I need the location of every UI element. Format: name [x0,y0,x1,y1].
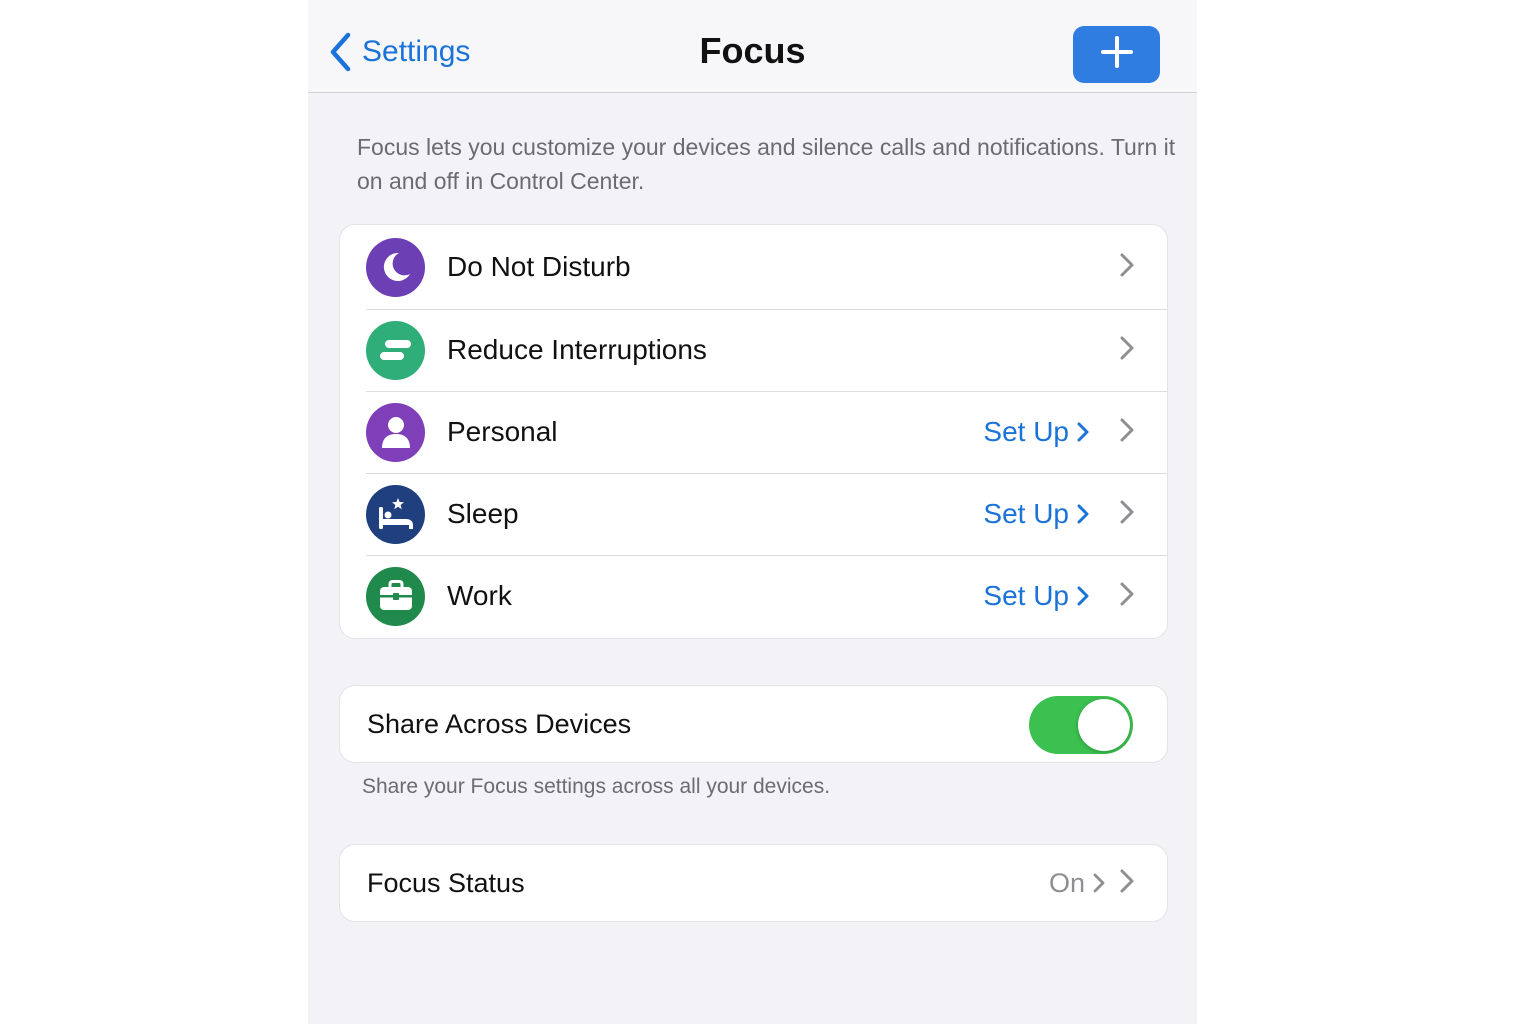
briefcase-icon [366,566,425,626]
focus-status-row[interactable]: Focus Status On [339,844,1168,922]
focus-label: Do Not Disturb [447,251,631,282]
setup-chevron-icon [1077,586,1089,606]
setup-link[interactable]: Set Up [983,580,1089,612]
status-chevron-icon [1093,873,1105,893]
share-caption: Share your Focus settings across all you… [362,775,831,798]
focus-label: Work [447,580,512,611]
share-across-devices-label: Share Across Devices [367,708,632,739]
chevron-left-icon [328,32,352,72]
back-label: Settings [362,35,471,68]
plus-icon [1100,35,1134,74]
back-button[interactable]: Settings [328,30,470,74]
chevron-right-icon [1119,581,1135,612]
add-focus-button[interactable] [1073,26,1160,83]
share-across-devices-row: Share Across Devices [340,686,1167,762]
navigation-bar: Settings Focus [308,0,1197,93]
moon-icon [366,237,425,297]
setup-chevron-icon [1077,422,1089,442]
focus-row-do-not-disturb[interactable]: Do Not Disturb [340,225,1167,309]
focus-row-reduce-interruptions[interactable]: Reduce Interruptions [340,309,1167,391]
chevron-right-icon [1119,499,1135,530]
focus-row-sleep[interactable]: Sleep Set Up [340,473,1167,555]
reduce-interruptions-icon [366,320,425,380]
chevron-right-icon [1119,335,1135,366]
person-icon [366,402,425,462]
chevron-right-icon [1119,417,1135,448]
share-across-devices-card: Share Across Devices [339,685,1168,763]
focus-modes-list: Do Not Disturb Reduce Interruptions Pers… [339,224,1168,639]
setup-chevron-icon [1077,504,1089,524]
focus-row-work[interactable]: Work Set Up [340,555,1167,637]
share-across-devices-toggle[interactable] [1029,696,1133,754]
focus-label: Sleep [447,498,519,529]
intro-description: Focus lets you customize your devices an… [357,134,1176,194]
focus-status-inner: Focus Status On [340,845,1167,921]
focus-label: Personal [447,416,558,447]
focus-row-personal[interactable]: Personal Set Up [340,391,1167,473]
setup-link[interactable]: Set Up [983,416,1089,448]
focus-status-value: On [1049,868,1105,899]
focus-settings-screen: Settings Focus Focus lets you customize … [308,0,1197,1024]
focus-label: Reduce Interruptions [447,334,707,365]
focus-status-label: Focus Status [367,867,525,898]
chevron-right-icon [1119,252,1135,283]
setup-link[interactable]: Set Up [983,498,1089,530]
toggle-knob [1078,699,1130,751]
bed-icon [366,484,425,544]
chevron-right-icon [1119,868,1135,899]
